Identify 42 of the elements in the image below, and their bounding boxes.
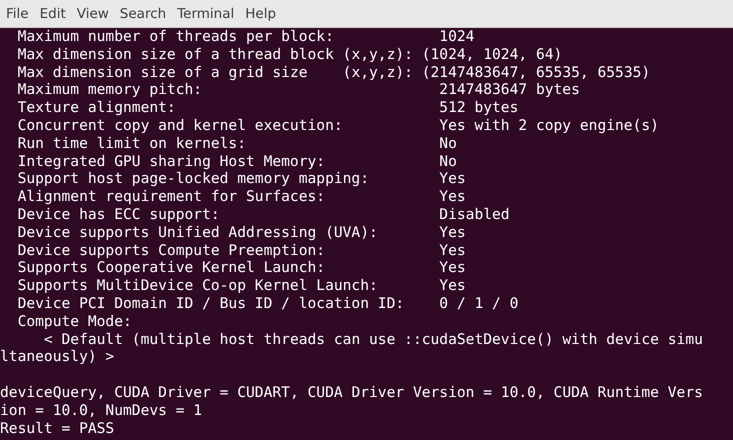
output-line: ltaneously) > — [0, 348, 116, 366]
property-label: Supports MultiDevice Co-op Kernel Launch: — [18, 277, 379, 295]
property-label: Device supports Unified Addressing (UVA): — [18, 224, 379, 242]
output-line: < Default (multiple host threads can use ::cudaSetDevice() with device simu — [42, 330, 704, 348]
menu-item[interactable]: Search — [114, 6, 172, 22]
property-value: Yes with 2 copy engine(s) — [439, 116, 659, 135]
property-label: Support host page-locked memory mapping: — [18, 170, 370, 188]
property-label: Compute Mode: — [18, 312, 133, 331]
output-line: Max dimension size of a thread block (x,y,z): (1024, 1024, 64) — [16, 46, 564, 64]
property-value: Yes — [439, 259, 466, 278]
menu-item[interactable]: Edit — [34, 6, 71, 22]
output-line: Max dimension size of a grid size (x,y,z): (2147483647, 65535, 65535) — [16, 64, 652, 82]
property-label: Supports Cooperative Kernel Launch: — [18, 259, 326, 278]
property-value: No — [439, 134, 457, 153]
property-value: Yes — [439, 242, 466, 260]
property-value: Yes — [439, 188, 466, 206]
property-value: No — [439, 152, 457, 170]
property-label: Texture alignment: — [18, 99, 177, 117]
menu-item[interactable]: File — [0, 6, 34, 22]
property-label: Device supports Compute Preemption: — [18, 242, 326, 260]
property-value: 2147483647 bytes — [439, 81, 580, 100]
menu-item[interactable]: Help — [239, 6, 282, 22]
property-label: Device has ECC support: — [18, 206, 221, 224]
property-label: Concurrent copy and kernel execution: — [18, 116, 344, 135]
property-value: Yes — [439, 277, 466, 295]
property-value: 1024 — [439, 28, 474, 46]
property-label: Maximum memory pitch: — [18, 81, 204, 100]
property-label: Integrated GPU sharing Host Memory: — [18, 152, 326, 170]
property-label: Maximum number of threads per block: — [18, 28, 335, 46]
property-label: Device PCI Domain ID / Bus ID / location ID: — [18, 294, 406, 313]
menu-item[interactable]: View — [70, 6, 114, 22]
property-value: Yes — [439, 170, 466, 188]
property-label: Run time limit on kernels: — [18, 134, 248, 153]
output-line: ion = 10.0, NumDevs = 1 — [0, 402, 204, 420]
property-label: Alignment requirement for Surfaces: — [18, 188, 326, 206]
output-line: Result = PASS — [0, 420, 116, 438]
property-value: 0 / 1 / 0 — [439, 294, 518, 313]
property-value: Yes — [439, 224, 466, 242]
menu-item[interactable]: Terminal — [171, 6, 240, 22]
property-value: Disabled — [439, 206, 510, 224]
output-line: deviceQuery, CUDA Driver = CUDART, CUDA Driver Version = 10.0, CUDA Runtime Vers — [0, 384, 704, 402]
property-value: 512 bytes — [439, 99, 518, 117]
